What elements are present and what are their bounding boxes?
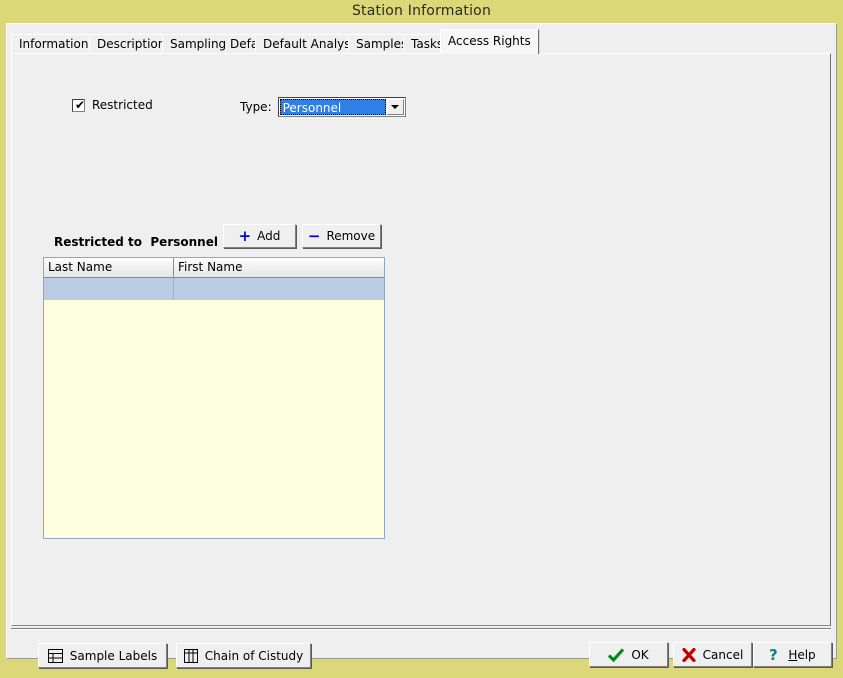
ok-button-label: OK	[631, 648, 648, 662]
column-header-first-name[interactable]: First Name	[174, 258, 384, 277]
tab-access-rights[interactable]: Access Rights	[440, 29, 539, 54]
type-dropdown[interactable]: Personnel	[278, 97, 406, 117]
help-button[interactable]: ? Help	[753, 642, 832, 667]
column-header-last-name[interactable]: Last Name	[44, 258, 174, 277]
tab-strip: Information Description Sampling Default…	[11, 30, 831, 54]
tab-description[interactable]: Description	[89, 34, 173, 54]
chevron-down-icon	[391, 105, 399, 109]
restricted-checkbox-label: Restricted	[92, 98, 153, 112]
checkmark-icon: ✔	[75, 99, 85, 112]
grid-empty-area[interactable]	[44, 300, 384, 538]
tab-label: Access Rights	[448, 34, 531, 48]
columns-grid-icon	[184, 649, 198, 663]
table-grid-icon	[48, 649, 63, 663]
help-button-rest: elp	[797, 648, 815, 662]
restricted-to-heading: Restricted to Personnel	[54, 235, 218, 249]
type-field-group: Type: Personnel	[240, 97, 406, 117]
minus-icon: −	[308, 230, 321, 242]
chain-of-custody-button-label: Chain of Cistudy	[205, 649, 303, 663]
tab-label: Tasks	[411, 37, 443, 51]
chain-of-custody-button[interactable]: Chain of Cistudy	[176, 643, 311, 668]
window-title: Station Information	[352, 3, 491, 19]
restricted-checkbox[interactable]: ✔ Restricted	[72, 98, 153, 112]
checkbox-box[interactable]: ✔	[72, 99, 85, 112]
help-accelerator: H	[788, 648, 797, 662]
add-button[interactable]: + Add	[223, 224, 296, 248]
sample-labels-button-label: Sample Labels	[70, 649, 157, 663]
bottom-bar-divider	[11, 628, 831, 630]
table-row[interactable]	[44, 278, 384, 300]
station-information-window: Station Information Information Descript…	[0, 0, 843, 665]
plus-icon: +	[239, 230, 252, 242]
help-button-label: Help	[788, 648, 815, 662]
red-x-icon	[682, 648, 696, 662]
type-label: Type:	[240, 100, 272, 114]
tab-information[interactable]: Information	[11, 34, 96, 54]
access-rights-panel: ✔ Restricted Type: Personnel Restricted …	[11, 53, 831, 626]
type-dropdown-arrow-button[interactable]	[387, 99, 404, 115]
cancel-button[interactable]: Cancel	[673, 642, 752, 667]
tab-label: Description	[97, 37, 165, 51]
sample-labels-button[interactable]: Sample Labels	[38, 643, 167, 668]
dialog-bottom-bar: Sample Labels Chain of Cistudy OK	[11, 628, 833, 678]
cell-last-name[interactable]	[44, 278, 174, 300]
cancel-button-label: Cancel	[703, 648, 744, 662]
tab-label: Information	[19, 37, 88, 51]
grid-header-row: Last Name First Name	[44, 258, 384, 278]
svg-text:?: ?	[769, 647, 778, 663]
type-dropdown-value[interactable]: Personnel	[280, 99, 386, 115]
question-mark-icon: ?	[769, 647, 781, 663]
ok-button[interactable]: OK	[589, 642, 668, 667]
tab-label: Samples	[356, 37, 407, 51]
remove-button-label: Remove	[326, 229, 375, 243]
green-check-icon	[608, 648, 624, 662]
remove-button[interactable]: − Remove	[302, 224, 381, 248]
window-client-area: Information Description Sampling Default…	[6, 23, 837, 659]
cell-first-name[interactable]	[174, 278, 384, 300]
add-button-label: Add	[257, 229, 280, 243]
window-title-bar: Station Information	[0, 0, 843, 23]
personnel-grid[interactable]: Last Name First Name	[43, 257, 385, 539]
